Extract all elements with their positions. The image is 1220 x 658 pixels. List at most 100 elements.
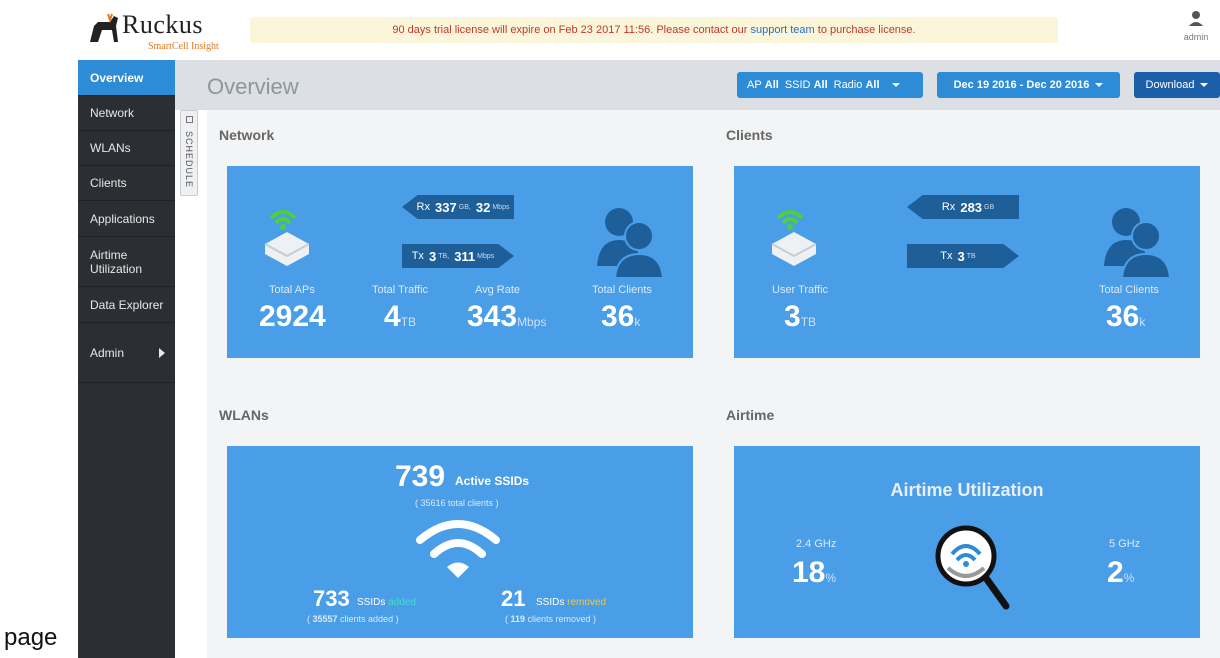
- ruckus-logo[interactable]: Ruckus SmartCell Insight: [88, 8, 228, 54]
- user-traffic-unit: TB: [800, 315, 817, 329]
- filter-radio-label: Radio: [833, 79, 863, 91]
- clients-removed-text: clients removed ): [525, 614, 597, 624]
- schedule-tab[interactable]: SCHEDULE: [180, 110, 198, 196]
- support-team-link[interactable]: support team: [751, 24, 815, 36]
- clients-removed-value: 119: [510, 614, 526, 624]
- airtime-card[interactable]: Airtime Utilization 2.4 GHz 18% 5 GHz 2%: [734, 446, 1200, 638]
- user-traffic-value: 3: [784, 300, 801, 333]
- user-traffic-metric: 3TB: [784, 300, 816, 334]
- wlans-section-title: WLANs: [219, 407, 269, 423]
- ghz24-metric: 18%: [792, 556, 836, 590]
- rx-rate: 32: [475, 199, 491, 215]
- date-range-picker[interactable]: Dec 19 2016 - Dec 20 2016: [937, 72, 1120, 98]
- tx-unit: TB,: [438, 252, 450, 260]
- tx-value: 3: [429, 248, 437, 264]
- tx-value: 3: [957, 248, 965, 264]
- tx-arrow: Tx 3 TB, 311 Mbps: [402, 244, 514, 268]
- rx-arrow: Rx 337 GB, 32 Mbps: [402, 195, 514, 219]
- airtime-section-title: Airtime: [726, 407, 775, 423]
- airtime-utilization-heading: Airtime Utilization: [890, 480, 1044, 500]
- network-section-title: Network: [219, 127, 275, 143]
- filter-dropdown[interactable]: AP All SSID All Radio All: [737, 72, 923, 98]
- license-text-end: to purchase license.: [817, 24, 916, 36]
- total-clients-value: 36: [601, 300, 635, 333]
- user-name: admin: [1183, 32, 1209, 42]
- ghz5-metric: 2%: [1107, 556, 1134, 590]
- sidebar: Overview Network WLANs Clients Applicati…: [78, 60, 175, 658]
- filter-ssid-value: All: [813, 79, 828, 91]
- tx-arrow: Tx 3 TB: [907, 244, 1019, 268]
- access-point-icon: [771, 210, 817, 266]
- download-button[interactable]: Download: [1134, 72, 1220, 98]
- ssids-added-label: SSIDs: [357, 597, 386, 608]
- dog-logo-icon: [90, 13, 118, 42]
- clients-added-value: 35557: [312, 614, 338, 624]
- date-range-value: Dec 19 2016 - Dec 20 2016: [953, 79, 1090, 91]
- active-ssids-sub: ( 35616 total clients ): [415, 498, 499, 508]
- total-clients-unit: k: [1139, 315, 1146, 329]
- user-icon: [1189, 11, 1203, 26]
- total-traffic-label: Total Traffic: [372, 284, 429, 296]
- total-clients-metric: 36k: [601, 300, 640, 334]
- ssids-removed-status: removed: [567, 597, 607, 608]
- wifi-icon: [416, 520, 500, 578]
- product-name: SmartCell Insight: [148, 41, 219, 52]
- rx-label: Rx: [416, 201, 430, 213]
- sidebar-item-applications[interactable]: Applications: [78, 201, 175, 237]
- network-card[interactable]: Rx 337 GB, 32 Mbps Tx 3 TB, 311 Mbps Total A…: [227, 166, 693, 358]
- sidebar-item-network[interactable]: Network: [78, 96, 175, 131]
- rx-unit: GB,: [458, 203, 471, 211]
- wlans-card[interactable]: 739 Active SSIDs ( 35616 total clients )…: [227, 446, 693, 638]
- brand-name: Ruckus: [122, 10, 203, 39]
- page-title: Overview: [207, 74, 299, 99]
- sidebar-item-overview[interactable]: Overview: [78, 60, 175, 96]
- avg-rate-unit: Mbps: [517, 315, 547, 329]
- rx-unit: GB: [984, 203, 995, 211]
- chevron-down-icon: [1095, 83, 1104, 87]
- magnifier-wifi-icon: [935, 525, 1010, 610]
- avg-rate-label: Avg Rate: [475, 284, 521, 296]
- ghz24-label: 2.4 GHz: [796, 538, 837, 550]
- filter-ap-label: AP: [747, 79, 762, 91]
- tx-rate-unit: Mbps: [477, 252, 495, 260]
- ssids-removed-value: 21: [501, 586, 526, 611]
- clients-section-title: Clients: [726, 127, 773, 143]
- sidebar-item-clients[interactable]: Clients: [78, 166, 175, 201]
- active-ssids-label: Active SSIDs: [455, 474, 530, 488]
- total-traffic-metric: 4TB: [384, 300, 416, 334]
- ghz5-unit: %: [1123, 571, 1135, 585]
- users-icon: [1104, 208, 1172, 279]
- sidebar-item-wlans[interactable]: WLANs: [78, 131, 175, 166]
- tx-rate: 311: [454, 248, 476, 264]
- ssids-added-status: added: [388, 597, 416, 608]
- rx-label: Rx: [941, 201, 956, 213]
- total-aps-value: 2924: [259, 300, 326, 333]
- rx-value: 283: [960, 199, 983, 215]
- page-label: page: [4, 624, 58, 651]
- chevron-down-icon: [891, 83, 900, 87]
- download-label: Download: [1145, 79, 1195, 91]
- user-traffic-label: User Traffic: [772, 284, 829, 296]
- schedule-label: SCHEDULE: [184, 131, 194, 189]
- total-clients-label: Total Clients: [1099, 284, 1159, 296]
- filter-ssid-label: SSID: [784, 79, 811, 91]
- license-banner: 90 days trial license will expire on Feb…: [250, 17, 1058, 43]
- clients-card[interactable]: Rx 283 GB Tx 3 TB User Traffic Total Clien…: [734, 166, 1200, 358]
- sidebar-item-data-explorer[interactable]: Data Explorer: [78, 287, 175, 323]
- clients-added-sub: ( 35557 clients added ): [307, 614, 399, 624]
- sidebar-item-airtime-utilization[interactable]: Airtime Utilization: [78, 237, 175, 287]
- ghz24-unit: %: [825, 571, 837, 585]
- ghz24-value: 18: [792, 556, 826, 589]
- ssids-removed-label: SSIDs: [536, 597, 565, 608]
- clients-removed-sub: ( 119 clients removed ): [505, 614, 597, 624]
- ghz5-value: 2: [1107, 556, 1124, 589]
- tx-label: Tx: [940, 250, 953, 262]
- ssids-removed-text: SSIDs removed: [536, 597, 606, 608]
- active-ssids-value: 739: [395, 460, 446, 493]
- user-menu[interactable]: admin: [1172, 10, 1220, 50]
- rx-value: 337: [435, 199, 457, 215]
- clients-added-text: clients added ): [337, 614, 399, 624]
- total-traffic-unit: TB: [400, 315, 417, 329]
- sidebar-item-admin[interactable]: Admin: [78, 323, 175, 383]
- rx-rate-unit: Mbps: [492, 203, 510, 211]
